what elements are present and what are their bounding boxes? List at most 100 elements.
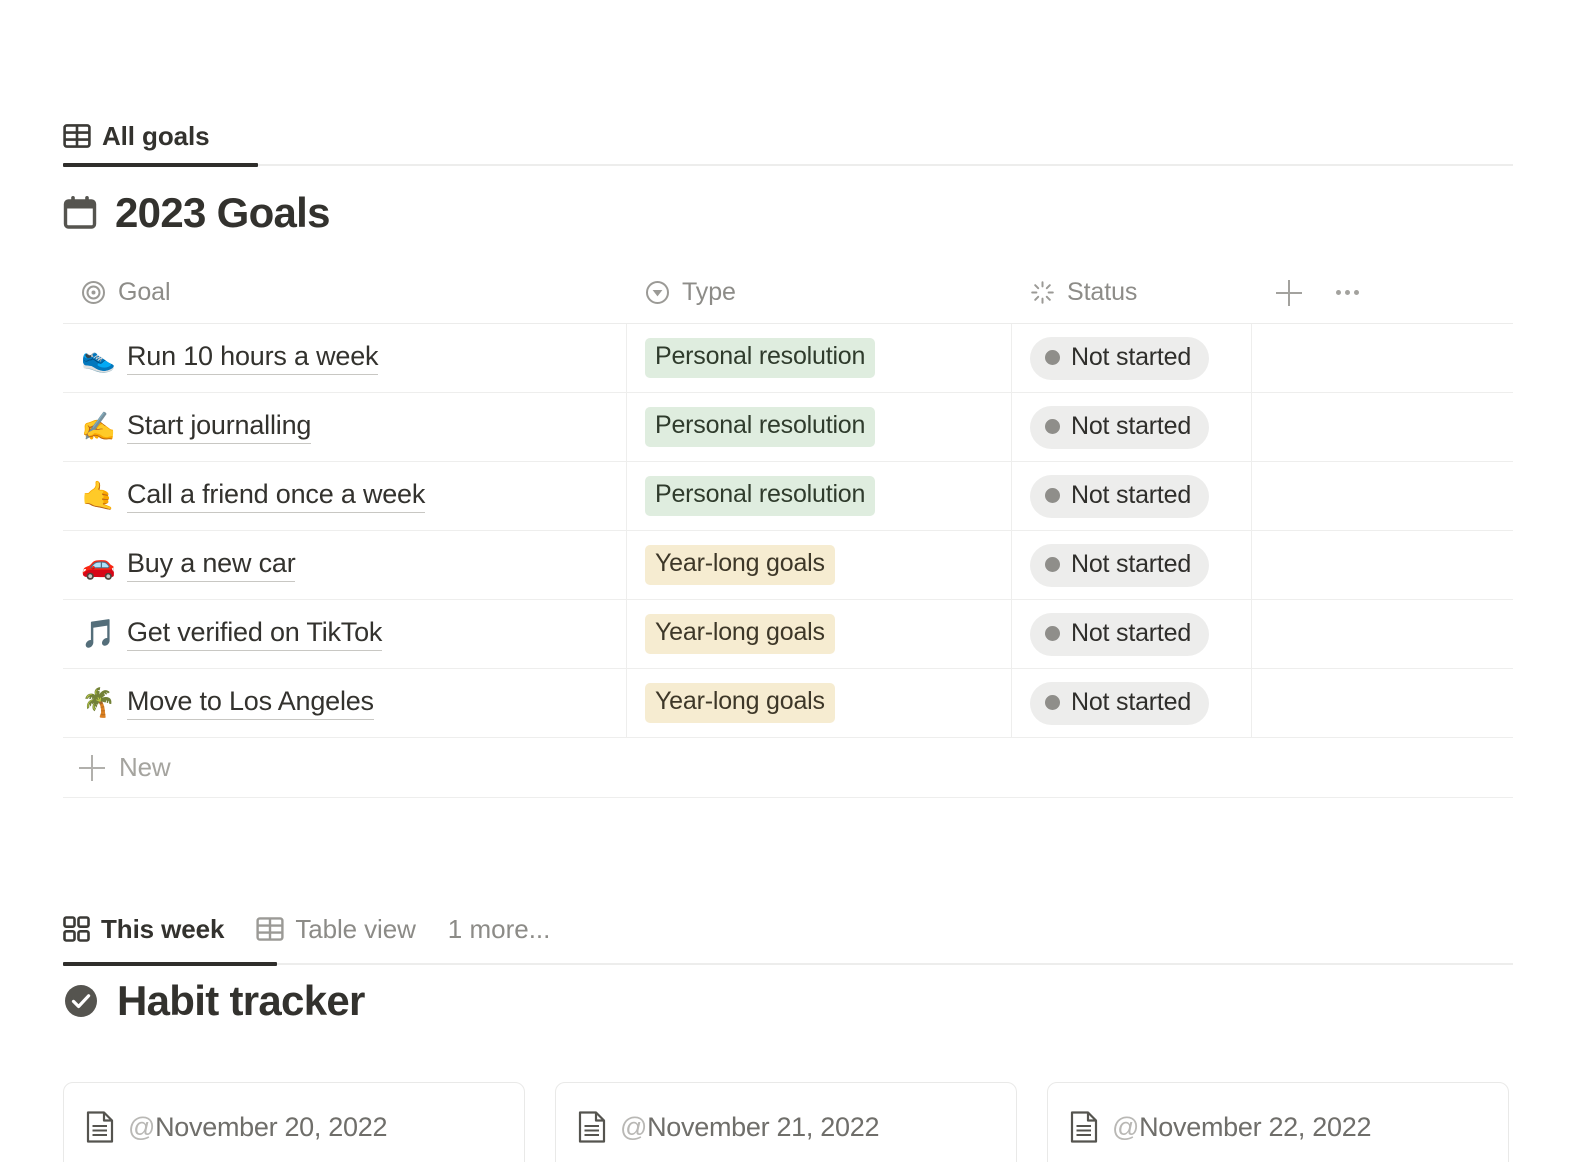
add-property-button[interactable]: [1272, 276, 1306, 310]
cell-status[interactable]: Not started: [1012, 462, 1252, 530]
habit-tracker-title[interactable]: Habit tracker: [63, 980, 365, 1022]
tab-this-week[interactable]: This week: [63, 901, 224, 957]
row-title-link[interactable]: Get verified on TikTok: [127, 617, 382, 651]
row-title-link[interactable]: Start journalling: [127, 410, 311, 444]
status-dot-icon: [1045, 418, 1060, 434]
type-tag: Personal resolution: [645, 407, 876, 447]
ellipsis-icon: [1335, 290, 1359, 295]
cell-status[interactable]: Not started: [1012, 600, 1252, 668]
table-row[interactable]: ✍️ Start journalling Personal resolution…: [63, 393, 1513, 462]
row-title-link[interactable]: Call a friend once a week: [127, 479, 425, 513]
status-badge: Not started: [1030, 681, 1210, 725]
tab-table-view[interactable]: Table view: [256, 901, 416, 957]
at-prefix: @: [1112, 1111, 1140, 1142]
cell-empty[interactable]: [1252, 600, 1513, 668]
cell-type[interactable]: Year-long goals: [627, 600, 1012, 668]
gallery-card-header: @November 20, 2022: [86, 1111, 502, 1143]
tab-table-view-label: Table view: [295, 913, 416, 944]
column-header-type-label: Type: [682, 278, 736, 306]
more-views-button[interactable]: 1 more...: [448, 914, 551, 945]
row-emoji-icon: 🚗: [81, 549, 116, 580]
calendar-icon: [63, 195, 97, 231]
type-tag: Year-long goals: [645, 545, 835, 585]
cell-goal[interactable]: 👟 Run 10 hours a week: [63, 324, 627, 392]
database-title[interactable]: 2023 Goals: [63, 189, 331, 236]
gallery-card-title: @November 21, 2022: [620, 1112, 879, 1143]
table-row[interactable]: 👟 Run 10 hours a week Personal resolutio…: [63, 324, 1513, 393]
cell-empty[interactable]: [1252, 531, 1513, 599]
cell-type[interactable]: Year-long goals: [627, 669, 1012, 737]
gallery-card-title: @November 22, 2022: [1112, 1112, 1371, 1143]
habit-tracker-heading: Habit tracker: [117, 977, 365, 1024]
status-spinner-icon: [1030, 280, 1055, 305]
status-label: Not started: [1071, 480, 1192, 509]
habit-tracker-gallery: @November 20, 2022 @November 21, 2022 @N…: [63, 1082, 1513, 1162]
status-label: Not started: [1071, 549, 1192, 578]
table-header-actions: [1252, 276, 1364, 310]
plus-icon: [79, 754, 105, 781]
table-row[interactable]: 🚗 Buy a new car Year-long goals Not star…: [63, 531, 1513, 600]
column-header-goal[interactable]: Goal: [63, 262, 627, 324]
cell-empty[interactable]: [1252, 462, 1513, 530]
tab-all-goals[interactable]: All goals: [63, 108, 210, 164]
gallery-card[interactable]: @November 22, 2022: [1047, 1082, 1509, 1162]
new-row-label: New: [119, 752, 171, 782]
cell-goal[interactable]: 🤙 Call a friend once a week: [63, 462, 627, 530]
type-tag: Personal resolution: [645, 338, 876, 378]
row-emoji-icon: 👟: [81, 342, 116, 373]
column-header-type[interactable]: Type: [627, 262, 1012, 324]
cell-status[interactable]: Not started: [1012, 669, 1252, 737]
gallery-grid-icon: [63, 916, 90, 942]
document-icon: [578, 1111, 606, 1143]
new-row-button[interactable]: New: [63, 738, 1513, 798]
status-dot-icon: [1045, 487, 1060, 503]
cell-goal[interactable]: 🎵 Get verified on TikTok: [63, 600, 627, 668]
cell-status[interactable]: Not started: [1012, 531, 1252, 599]
table-grid-icon: [256, 916, 284, 942]
plus-icon: [1276, 279, 1302, 306]
gallery-card-date: November 21, 2022: [647, 1111, 880, 1142]
gallery-card[interactable]: @November 20, 2022: [63, 1082, 525, 1162]
at-prefix: @: [128, 1111, 156, 1142]
type-tag: Year-long goals: [645, 614, 835, 654]
cell-status[interactable]: Not started: [1012, 324, 1252, 392]
tab-this-week-label: This week: [101, 913, 225, 944]
cell-empty[interactable]: [1252, 324, 1513, 392]
top-view-tabbar: All goals: [63, 108, 1513, 168]
bottom-tabbar-divider: [63, 963, 1513, 965]
table-row[interactable]: 🎵 Get verified on TikTok Year-long goals…: [63, 600, 1513, 669]
column-header-status[interactable]: Status: [1012, 262, 1252, 324]
top-view-tabs-row: All goals: [63, 108, 1513, 164]
tab-all-goals-label: All goals: [102, 120, 210, 151]
cell-type[interactable]: Personal resolution: [627, 324, 1012, 392]
cell-type[interactable]: Personal resolution: [627, 462, 1012, 530]
cell-goal[interactable]: 🌴 Move to Los Angeles: [63, 669, 627, 737]
bottom-view-tabs-row: This week Table view 1 more...: [63, 895, 1513, 963]
page-title: 2023 Goals: [115, 189, 331, 236]
row-title-link[interactable]: Move to Los Angeles: [127, 686, 374, 720]
status-dot-icon: [1045, 556, 1060, 572]
cell-type[interactable]: Personal resolution: [627, 393, 1012, 461]
select-dropdown-icon: [645, 280, 670, 305]
cell-status[interactable]: Not started: [1012, 393, 1252, 461]
table-row[interactable]: 🌴 Move to Los Angeles Year-long goals No…: [63, 669, 1513, 738]
column-header-goal-label: Goal: [118, 278, 171, 306]
row-title-link[interactable]: Run 10 hours a week: [127, 341, 379, 375]
cell-empty[interactable]: [1252, 669, 1513, 737]
cell-goal[interactable]: ✍️ Start journalling: [63, 393, 627, 461]
type-tag: Year-long goals: [645, 683, 835, 723]
table-body: 👟 Run 10 hours a week Personal resolutio…: [63, 324, 1513, 738]
cell-empty[interactable]: [1252, 393, 1513, 461]
gallery-card-header: @November 22, 2022: [1070, 1111, 1486, 1143]
status-label: Not started: [1071, 618, 1192, 647]
table-grid-icon: [63, 123, 91, 149]
table-row[interactable]: 🤙 Call a friend once a week Personal res…: [63, 462, 1513, 531]
row-title-link[interactable]: Buy a new car: [127, 548, 296, 582]
cell-goal[interactable]: 🚗 Buy a new car: [63, 531, 627, 599]
status-label: Not started: [1071, 411, 1192, 440]
status-dot-icon: [1045, 694, 1060, 710]
gallery-card[interactable]: @November 21, 2022: [555, 1082, 1017, 1162]
cell-type[interactable]: Year-long goals: [627, 531, 1012, 599]
more-options-button[interactable]: [1330, 276, 1364, 310]
check-circle-icon: [63, 983, 99, 1019]
